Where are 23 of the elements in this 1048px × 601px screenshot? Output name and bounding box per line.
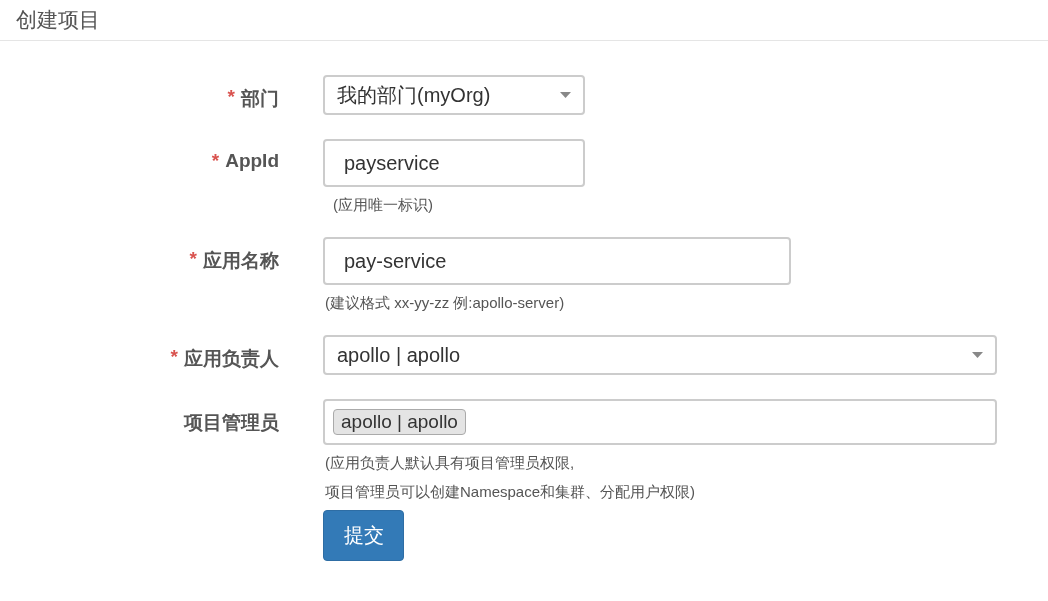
tag: apollo | apollo — [333, 409, 466, 435]
field-label: 项目管理员 — [184, 411, 279, 435]
help-text: (应用唯一标识) — [332, 196, 434, 215]
input-field[interactable]: payservice — [323, 139, 585, 187]
caret-icon — [972, 352, 983, 358]
input-field[interactable]: pay-service — [323, 237, 791, 285]
caret-icon — [560, 92, 571, 98]
required-mark: * — [170, 346, 178, 368]
dropdown[interactable]: 我的部门(myOrg) — [323, 75, 585, 115]
help-text: 项目管理员可以创建Namespace和集群、分配用户权限) — [324, 483, 697, 502]
submit-button[interactable]: 提交 — [323, 510, 404, 561]
field-label: 部门 — [241, 87, 279, 111]
required-mark: * — [211, 150, 220, 172]
field-label: AppId — [225, 150, 279, 172]
field-label: 应用负责人 — [184, 347, 279, 371]
help-text: (应用负责人默认具有项目管理员权限, — [324, 454, 576, 473]
dropdown[interactable]: apollo | apollo — [323, 335, 997, 375]
field-label: 应用名称 — [203, 249, 279, 273]
required-mark: * — [227, 86, 235, 108]
help-text: (建议格式 xx-yy-zz 例:apollo-server) — [324, 294, 566, 313]
tag-field[interactable]: apollo | apollo — [323, 399, 997, 445]
required-mark: * — [189, 248, 197, 270]
page-title: 创建项目 — [16, 8, 100, 31]
